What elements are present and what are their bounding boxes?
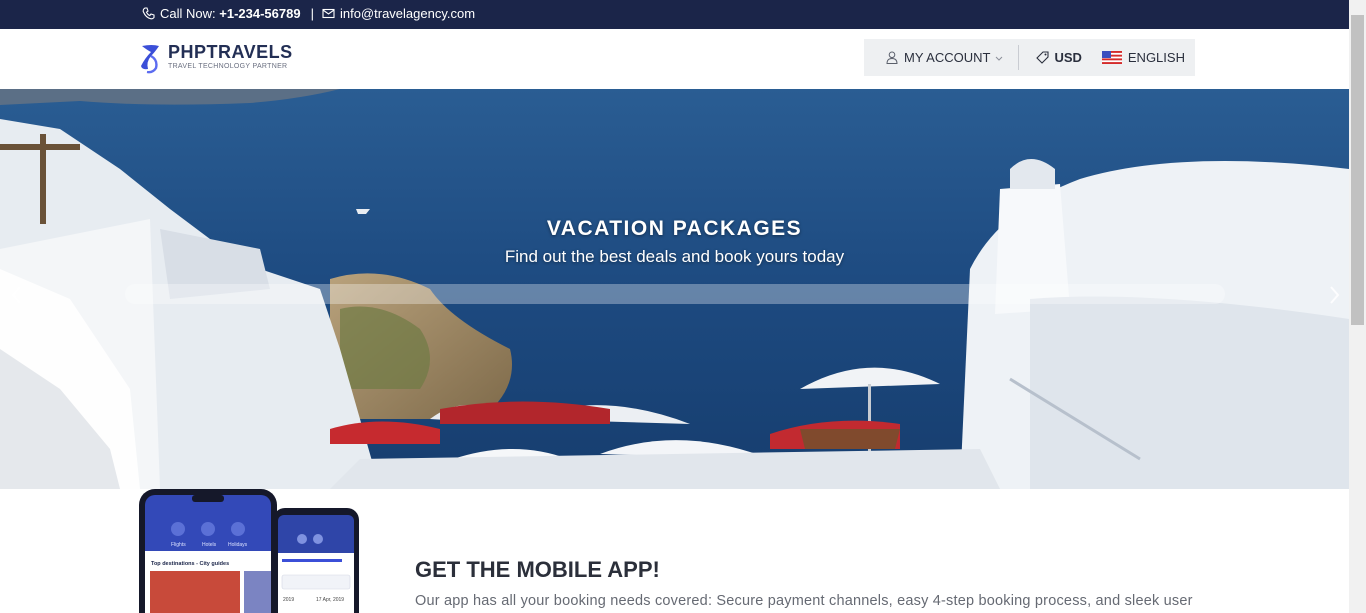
page-scrollbar[interactable] [1349,0,1366,613]
chevron-right-icon [1330,286,1340,304]
app-section-title: GET THE MOBILE APP! [415,557,660,582]
hero-slider: VACATION PACKAGES Find out the best deal… [0,89,1349,489]
logo-mark-icon [141,45,159,74]
logo-tagline: TRAVEL TECHNOLOGY PARTNER [168,63,288,70]
language-selector[interactable]: ENGLISH [1101,39,1185,76]
header-utility-bar: MY ACCOUNT USD ENGLISH [864,39,1195,76]
currency-selector[interactable]: USD [1019,39,1101,76]
language-label: ENGLISH [1127,50,1185,65]
scrollbar-thumb[interactable] [1351,15,1364,325]
topbar-separator: | [310,6,314,21]
slider-prev-button[interactable] [7,284,27,306]
phone-number-link[interactable]: +1-234-56789 [219,6,300,21]
call-now-label: Call Now: [160,6,216,21]
hero-search-bar[interactable] [125,284,1225,304]
site-logo[interactable]: PHPTRAVELS TRAVEL TECHNOLOGY PARTNER [138,42,293,74]
tag-icon [1036,51,1049,64]
app-list-heading: Top destinations - City guides [151,561,230,567]
logo-name: PHPTRAVELS [168,42,293,62]
phone-mockup-front [139,489,277,613]
app-tab-hotels: Hotels [202,542,217,548]
email-link[interactable]: info@travelagency.com [340,6,475,21]
slider-next-button[interactable] [1324,284,1344,306]
my-account-label: MY ACCOUNT [904,50,991,65]
my-account-dropdown[interactable]: MY ACCOUNT [864,39,1018,76]
chevron-down-icon [996,56,1003,61]
currency-label: USD [1054,50,1082,65]
chevron-left-icon [11,286,21,304]
app-date-left: 2019 [283,597,295,603]
app-phone-mockups: Flights Hotels Holidays Top destinations… [138,489,363,613]
user-icon [886,51,898,64]
envelope-icon [322,7,335,20]
hero-title: VACATION PACKAGES [546,217,803,240]
app-tab-flights: Flights [171,542,186,548]
page: Call Now: +1-234-56789 | info@travelagen… [0,0,1366,613]
mobile-app-section: Flights Hotels Holidays Top destinations… [0,489,1349,613]
top-bar: Call Now: +1-234-56789 | info@travelagen… [0,0,1349,29]
hero-subtitle: Find out the best deals and book yours t… [504,247,845,266]
app-date-right: 17 Apr, 2019 [316,597,345,603]
app-tab-holidays: Holidays [228,542,248,548]
site-header: PHPTRAVELS TRAVEL TECHNOLOGY PARTNER MY … [0,29,1349,89]
app-section-description: Our app has all your booking needs cover… [415,593,1193,609]
us-flag-icon [1101,51,1122,64]
phone-icon [142,7,155,20]
